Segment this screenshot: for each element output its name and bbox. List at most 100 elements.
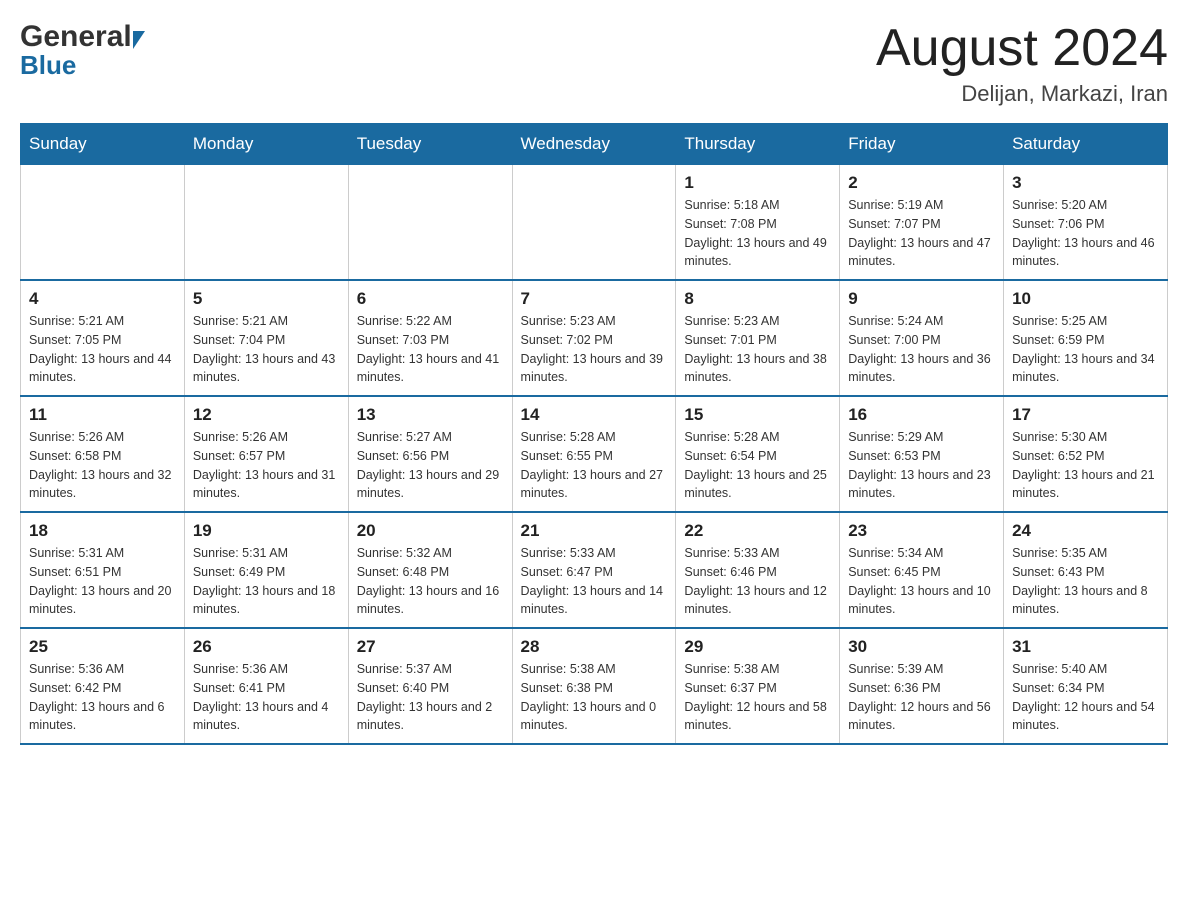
day-number: 4: [29, 289, 176, 309]
calendar-day-3: 3 Sunrise: 5:20 AMSunset: 7:06 PMDaylight…: [1004, 165, 1168, 281]
day-of-week-saturday: Saturday: [1004, 124, 1168, 165]
day-number: 31: [1012, 637, 1159, 657]
day-number: 25: [29, 637, 176, 657]
day-of-week-monday: Monday: [184, 124, 348, 165]
day-number: 12: [193, 405, 340, 425]
day-info: Sunrise: 5:36 AMSunset: 6:42 PMDaylight:…: [29, 660, 176, 735]
day-of-week-thursday: Thursday: [676, 124, 840, 165]
calendar-week-row: 18 Sunrise: 5:31 AMSunset: 6:51 PMDayligh…: [21, 512, 1168, 628]
calendar-day-25: 25 Sunrise: 5:36 AMSunset: 6:42 PMDayligh…: [21, 628, 185, 744]
day-of-week-wednesday: Wednesday: [512, 124, 676, 165]
calendar-day-6: 6Sunrise: 5:22 AMSunset: 7:03 PMDaylight…: [348, 280, 512, 396]
day-info: Sunrise: 5:26 AMSunset: 6:58 PMDaylight:…: [29, 428, 176, 503]
day-number: 16: [848, 405, 995, 425]
day-info: Sunrise: 5:39 AMSunset: 6:36 PMDaylight:…: [848, 660, 995, 735]
calendar-day-16: 16 Sunrise: 5:29 AMSunset: 6:53 PMDayligh…: [840, 396, 1004, 512]
day-number: 28: [521, 637, 668, 657]
day-info: Sunrise: 5:28 AMSunset: 6:55 PMDaylight:…: [521, 428, 668, 503]
day-info: Sunrise: 5:21 AMSunset: 7:04 PMDaylight:…: [193, 312, 340, 387]
calendar-day-23: 23 Sunrise: 5:34 AMSunset: 6:45 PMDayligh…: [840, 512, 1004, 628]
day-number: 22: [684, 521, 831, 541]
day-info: Sunrise: 5:25 AMSunset: 6:59 PMDaylight:…: [1012, 312, 1159, 387]
calendar-day-28: 28Sunrise: 5:38 AMSunset: 6:38 PMDayligh…: [512, 628, 676, 744]
day-number: 21: [521, 521, 668, 541]
calendar-day-21: 21 Sunrise: 5:33 AMSunset: 6:47 PMDayligh…: [512, 512, 676, 628]
calendar-day-22: 22 Sunrise: 5:33 AMSunset: 6:46 PMDayligh…: [676, 512, 840, 628]
calendar-week-row: 25 Sunrise: 5:36 AMSunset: 6:42 PMDayligh…: [21, 628, 1168, 744]
day-info: Sunrise: 5:36 AMSunset: 6:41 PMDaylight:…: [193, 660, 340, 735]
day-number: 8: [684, 289, 831, 309]
calendar-day-19: 19 Sunrise: 5:31 AMSunset: 6:49 PMDayligh…: [184, 512, 348, 628]
month-title: August 2024: [876, 20, 1168, 77]
day-info: Sunrise: 5:20 AMSunset: 7:06 PMDaylight:…: [1012, 196, 1159, 271]
calendar-empty-cell: [512, 165, 676, 281]
calendar-week-row: 11 Sunrise: 5:26 AMSunset: 6:58 PMDayligh…: [21, 396, 1168, 512]
day-of-week-sunday: Sunday: [21, 124, 185, 165]
calendar-day-1: 1Sunrise: 5:18 AMSunset: 7:08 PMDaylight…: [676, 165, 840, 281]
logo-triangle-icon: [133, 31, 145, 49]
header: General Blue August 2024 Delijan, Markaz…: [20, 20, 1168, 107]
day-info: Sunrise: 5:35 AMSunset: 6:43 PMDaylight:…: [1012, 544, 1159, 619]
calendar-day-15: 15Sunrise: 5:28 AMSunset: 6:54 PMDayligh…: [676, 396, 840, 512]
calendar-empty-cell: [21, 165, 185, 281]
day-number: 1: [684, 173, 831, 193]
day-number: 18: [29, 521, 176, 541]
calendar-day-8: 8 Sunrise: 5:23 AMSunset: 7:01 PMDaylight…: [676, 280, 840, 396]
calendar-day-20: 20 Sunrise: 5:32 AMSunset: 6:48 PMDayligh…: [348, 512, 512, 628]
calendar-day-18: 18 Sunrise: 5:31 AMSunset: 6:51 PMDayligh…: [21, 512, 185, 628]
day-info: Sunrise: 5:33 AMSunset: 6:46 PMDaylight:…: [684, 544, 831, 619]
day-number: 23: [848, 521, 995, 541]
calendar-day-17: 17 Sunrise: 5:30 AMSunset: 6:52 PMDayligh…: [1004, 396, 1168, 512]
calendar-day-13: 13 Sunrise: 5:27 AMSunset: 6:56 PMDayligh…: [348, 396, 512, 512]
day-info: Sunrise: 5:27 AMSunset: 6:56 PMDaylight:…: [357, 428, 504, 503]
day-number: 30: [848, 637, 995, 657]
day-info: Sunrise: 5:37 AMSunset: 6:40 PMDaylight:…: [357, 660, 504, 735]
day-info: Sunrise: 5:30 AMSunset: 6:52 PMDaylight:…: [1012, 428, 1159, 503]
calendar-header-row: SundayMondayTuesdayWednesdayThursdayFrid…: [21, 124, 1168, 165]
day-info: Sunrise: 5:26 AMSunset: 6:57 PMDaylight:…: [193, 428, 340, 503]
calendar-table: SundayMondayTuesdayWednesdayThursdayFrid…: [20, 123, 1168, 745]
calendar-week-row: 4Sunrise: 5:21 AMSunset: 7:05 PMDaylight…: [21, 280, 1168, 396]
day-info: Sunrise: 5:40 AMSunset: 6:34 PMDaylight:…: [1012, 660, 1159, 735]
day-number: 13: [357, 405, 504, 425]
day-number: 14: [521, 405, 668, 425]
location-title: Delijan, Markazi, Iran: [876, 81, 1168, 107]
calendar-day-11: 11 Sunrise: 5:26 AMSunset: 6:58 PMDayligh…: [21, 396, 185, 512]
day-number: 10: [1012, 289, 1159, 309]
day-of-week-tuesday: Tuesday: [348, 124, 512, 165]
day-number: 15: [684, 405, 831, 425]
day-info: Sunrise: 5:38 AMSunset: 6:37 PMDaylight:…: [684, 660, 831, 735]
day-number: 27: [357, 637, 504, 657]
calendar-day-4: 4Sunrise: 5:21 AMSunset: 7:05 PMDaylight…: [21, 280, 185, 396]
day-info: Sunrise: 5:29 AMSunset: 6:53 PMDaylight:…: [848, 428, 995, 503]
day-info: Sunrise: 5:32 AMSunset: 6:48 PMDaylight:…: [357, 544, 504, 619]
day-number: 6: [357, 289, 504, 309]
day-info: Sunrise: 5:23 AMSunset: 7:02 PMDaylight:…: [521, 312, 668, 387]
day-info: Sunrise: 5:33 AMSunset: 6:47 PMDaylight:…: [521, 544, 668, 619]
day-info: Sunrise: 5:34 AMSunset: 6:45 PMDaylight:…: [848, 544, 995, 619]
calendar-day-30: 30 Sunrise: 5:39 AMSunset: 6:36 PMDayligh…: [840, 628, 1004, 744]
day-number: 7: [521, 289, 668, 309]
day-number: 19: [193, 521, 340, 541]
logo-blue-text: Blue: [20, 50, 145, 81]
logo-general-text: General: [20, 20, 132, 54]
calendar-empty-cell: [348, 165, 512, 281]
calendar-day-29: 29Sunrise: 5:38 AMSunset: 6:37 PMDayligh…: [676, 628, 840, 744]
calendar-day-12: 12 Sunrise: 5:26 AMSunset: 6:57 PMDayligh…: [184, 396, 348, 512]
calendar-day-31: 31 Sunrise: 5:40 AMSunset: 6:34 PMDayligh…: [1004, 628, 1168, 744]
day-info: Sunrise: 5:31 AMSunset: 6:49 PMDaylight:…: [193, 544, 340, 619]
day-number: 20: [357, 521, 504, 541]
day-info: Sunrise: 5:31 AMSunset: 6:51 PMDaylight:…: [29, 544, 176, 619]
day-info: Sunrise: 5:23 AMSunset: 7:01 PMDaylight:…: [684, 312, 831, 387]
day-number: 9: [848, 289, 995, 309]
calendar-day-5: 5Sunrise: 5:21 AMSunset: 7:04 PMDaylight…: [184, 280, 348, 396]
day-number: 11: [29, 405, 176, 425]
day-number: 17: [1012, 405, 1159, 425]
calendar-week-row: 1Sunrise: 5:18 AMSunset: 7:08 PMDaylight…: [21, 165, 1168, 281]
logo: General Blue: [20, 20, 145, 81]
calendar-day-14: 14 Sunrise: 5:28 AMSunset: 6:55 PMDayligh…: [512, 396, 676, 512]
day-info: Sunrise: 5:24 AMSunset: 7:00 PMDaylight:…: [848, 312, 995, 387]
day-number: 3: [1012, 173, 1159, 193]
day-number: 2: [848, 173, 995, 193]
calendar-day-26: 26Sunrise: 5:36 AMSunset: 6:41 PMDayligh…: [184, 628, 348, 744]
